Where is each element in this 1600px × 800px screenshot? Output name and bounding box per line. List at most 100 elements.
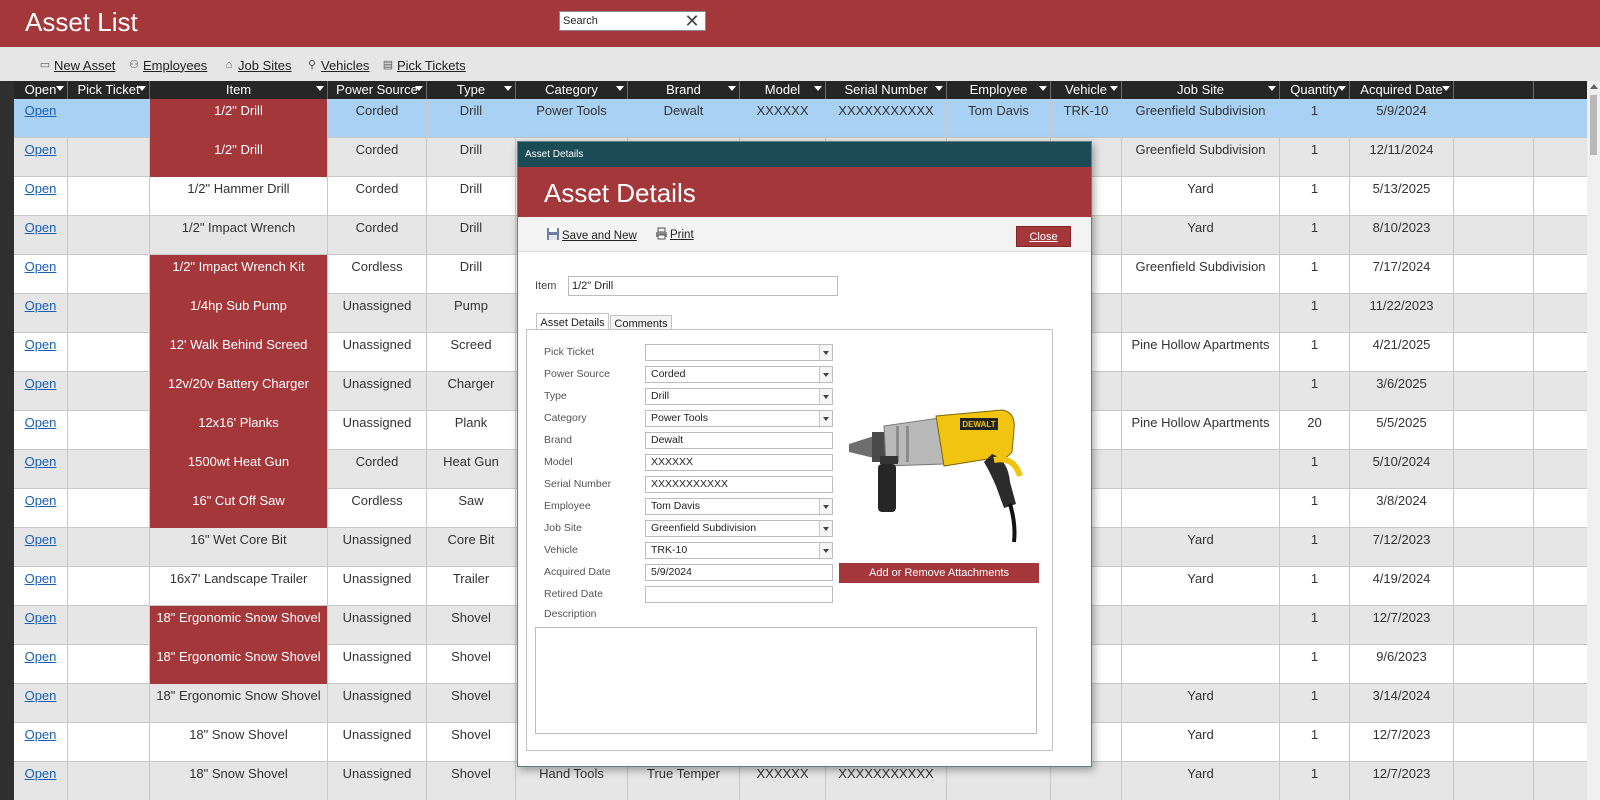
filter-dropdown-icon[interactable] xyxy=(1039,86,1047,91)
open-record-link[interactable]: Open xyxy=(25,454,57,469)
column-header[interactable]: Type xyxy=(427,81,516,99)
quantity-cell[interactable]: 20 xyxy=(1280,411,1350,450)
item-cell[interactable]: 16" Wet Core Bit xyxy=(150,528,328,567)
pick-ticket-cell[interactable] xyxy=(68,177,150,216)
type-cell[interactable]: Shovel xyxy=(427,723,516,762)
quantity-cell[interactable]: 1 xyxy=(1280,723,1350,762)
pick-ticket-cell[interactable] xyxy=(68,528,150,567)
attachments-button[interactable]: Add or Remove Attachments xyxy=(839,563,1039,583)
acquired-cell[interactable]: 3/8/2024 xyxy=(1350,489,1454,528)
pick-ticket-cell[interactable] xyxy=(68,138,150,177)
open-record-link[interactable]: Open xyxy=(25,181,57,196)
acquired-cell[interactable]: 12/11/2024 xyxy=(1350,138,1454,177)
item-cell[interactable]: 18" Snow Shovel xyxy=(150,762,328,800)
dropdown-arrow-icon[interactable] xyxy=(819,389,832,404)
power-source-cell[interactable]: Corded xyxy=(328,99,427,138)
power-source-cell[interactable]: Unassigned xyxy=(328,567,427,606)
type-cell[interactable]: Pump xyxy=(427,294,516,333)
power-source-cell[interactable]: Corded xyxy=(328,138,427,177)
pick-ticket-cell[interactable] xyxy=(68,294,150,333)
brand-cell[interactable]: True Temper xyxy=(628,762,740,800)
filter-dropdown-icon[interactable] xyxy=(935,86,943,91)
power-source-cell[interactable]: Corded xyxy=(328,177,427,216)
filter-dropdown-icon[interactable] xyxy=(316,86,324,91)
acquired-cell[interactable]: 4/21/2025 xyxy=(1350,333,1454,372)
print-button[interactable]: Print xyxy=(655,227,694,243)
acquired-cell[interactable]: 5/13/2025 xyxy=(1350,177,1454,216)
filter-dropdown-icon[interactable] xyxy=(138,86,146,91)
text-field[interactable]: Dewalt xyxy=(645,432,833,449)
employee-cell[interactable]: Tom Davis xyxy=(947,99,1051,138)
pick-ticket-cell[interactable] xyxy=(68,762,150,800)
combo-box[interactable]: TRK-10 xyxy=(645,542,833,559)
column-header-empty[interactable] xyxy=(1454,81,1534,99)
type-cell[interactable]: Charger xyxy=(427,372,516,411)
item-cell[interactable]: 18" Ergonomic Snow Shovel xyxy=(150,645,328,684)
item-cell[interactable]: 12' Walk Behind Screed xyxy=(150,333,328,372)
open-record-link[interactable]: Open xyxy=(25,766,57,781)
column-header[interactable]: Pick Ticket xyxy=(68,81,150,99)
pick-ticket-cell[interactable] xyxy=(68,450,150,489)
column-header[interactable]: Employee xyxy=(947,81,1051,99)
record-selector-column[interactable] xyxy=(0,81,14,800)
quantity-cell[interactable]: 1 xyxy=(1280,333,1350,372)
close-button[interactable]: Close xyxy=(1016,226,1071,247)
pick-ticket-cell[interactable] xyxy=(68,645,150,684)
open-record-link[interactable]: Open xyxy=(25,376,57,391)
text-field[interactable]: XXXXXX xyxy=(645,454,833,471)
dropdown-arrow-icon[interactable] xyxy=(819,367,832,382)
column-header[interactable]: Open xyxy=(14,81,68,99)
dropdown-arrow-icon[interactable] xyxy=(819,521,832,536)
power-source-cell[interactable]: Unassigned xyxy=(328,645,427,684)
text-field[interactable]: 5/9/2024 xyxy=(645,564,833,581)
search-box[interactable]: ✕ xyxy=(559,11,706,31)
pick-ticket-cell[interactable] xyxy=(68,411,150,450)
job-site-cell[interactable]: Yard xyxy=(1122,762,1280,800)
item-cell[interactable]: 1/2" Hammer Drill xyxy=(150,177,328,216)
type-cell[interactable]: Shovel xyxy=(427,645,516,684)
quantity-cell[interactable]: 1 xyxy=(1280,372,1350,411)
acquired-cell[interactable]: 5/5/2025 xyxy=(1350,411,1454,450)
quantity-cell[interactable]: 1 xyxy=(1280,294,1350,333)
description-field[interactable] xyxy=(535,627,1037,734)
save-and-new-button[interactable]: Save and New xyxy=(546,227,637,244)
filter-dropdown-icon[interactable] xyxy=(728,86,736,91)
type-cell[interactable]: Core Bit xyxy=(427,528,516,567)
power-source-cell[interactable]: Corded xyxy=(328,216,427,255)
pick-ticket-cell[interactable] xyxy=(68,684,150,723)
filter-dropdown-icon[interactable] xyxy=(814,86,822,91)
serial-cell[interactable]: XXXXXXXXXXX xyxy=(826,99,947,138)
item-cell[interactable]: 12x16' Planks xyxy=(150,411,328,450)
combo-box[interactable]: Greenfield Subdivision xyxy=(645,520,833,537)
acquired-cell[interactable]: 12/7/2023 xyxy=(1350,762,1454,800)
acquired-cell[interactable]: 8/10/2023 xyxy=(1350,216,1454,255)
item-cell[interactable]: 1/2" Impact Wrench xyxy=(150,216,328,255)
open-record-link[interactable]: Open xyxy=(25,220,57,235)
job-site-cell[interactable]: Pine Hollow Apartments xyxy=(1122,333,1280,372)
acquired-cell[interactable]: 11/22/2023 xyxy=(1350,294,1454,333)
scrollbar-thumb[interactable] xyxy=(1590,95,1597,155)
quantity-cell[interactable]: 1 xyxy=(1280,684,1350,723)
open-record-link[interactable]: Open xyxy=(25,493,57,508)
job-site-cell[interactable] xyxy=(1122,606,1280,645)
combo-box[interactable]: Drill xyxy=(645,388,833,405)
item-cell[interactable]: 18" Ergonomic Snow Shovel xyxy=(150,684,328,723)
type-cell[interactable]: Trailer xyxy=(427,567,516,606)
job-site-cell[interactable]: Yard xyxy=(1122,528,1280,567)
column-header[interactable]: Power Source xyxy=(328,81,427,99)
job-site-cell[interactable]: Yard xyxy=(1122,723,1280,762)
power-source-cell[interactable]: Unassigned xyxy=(328,411,427,450)
dropdown-arrow-icon[interactable] xyxy=(819,411,832,426)
open-record-link[interactable]: Open xyxy=(25,610,57,625)
open-record-link[interactable]: Open xyxy=(25,142,57,157)
brand-cell[interactable]: Dewalt xyxy=(628,99,740,138)
item-cell[interactable]: 12v/20v Battery Charger xyxy=(150,372,328,411)
power-source-cell[interactable]: Unassigned xyxy=(328,762,427,800)
filter-dropdown-icon[interactable] xyxy=(1338,86,1346,91)
serial-cell[interactable]: XXXXXXXXXXX xyxy=(826,762,947,800)
pick-ticket-cell[interactable] xyxy=(68,567,150,606)
open-record-link[interactable]: Open xyxy=(25,532,57,547)
pick-ticket-cell[interactable] xyxy=(68,489,150,528)
type-cell[interactable]: Shovel xyxy=(427,606,516,645)
open-record-link[interactable]: Open xyxy=(25,571,57,586)
